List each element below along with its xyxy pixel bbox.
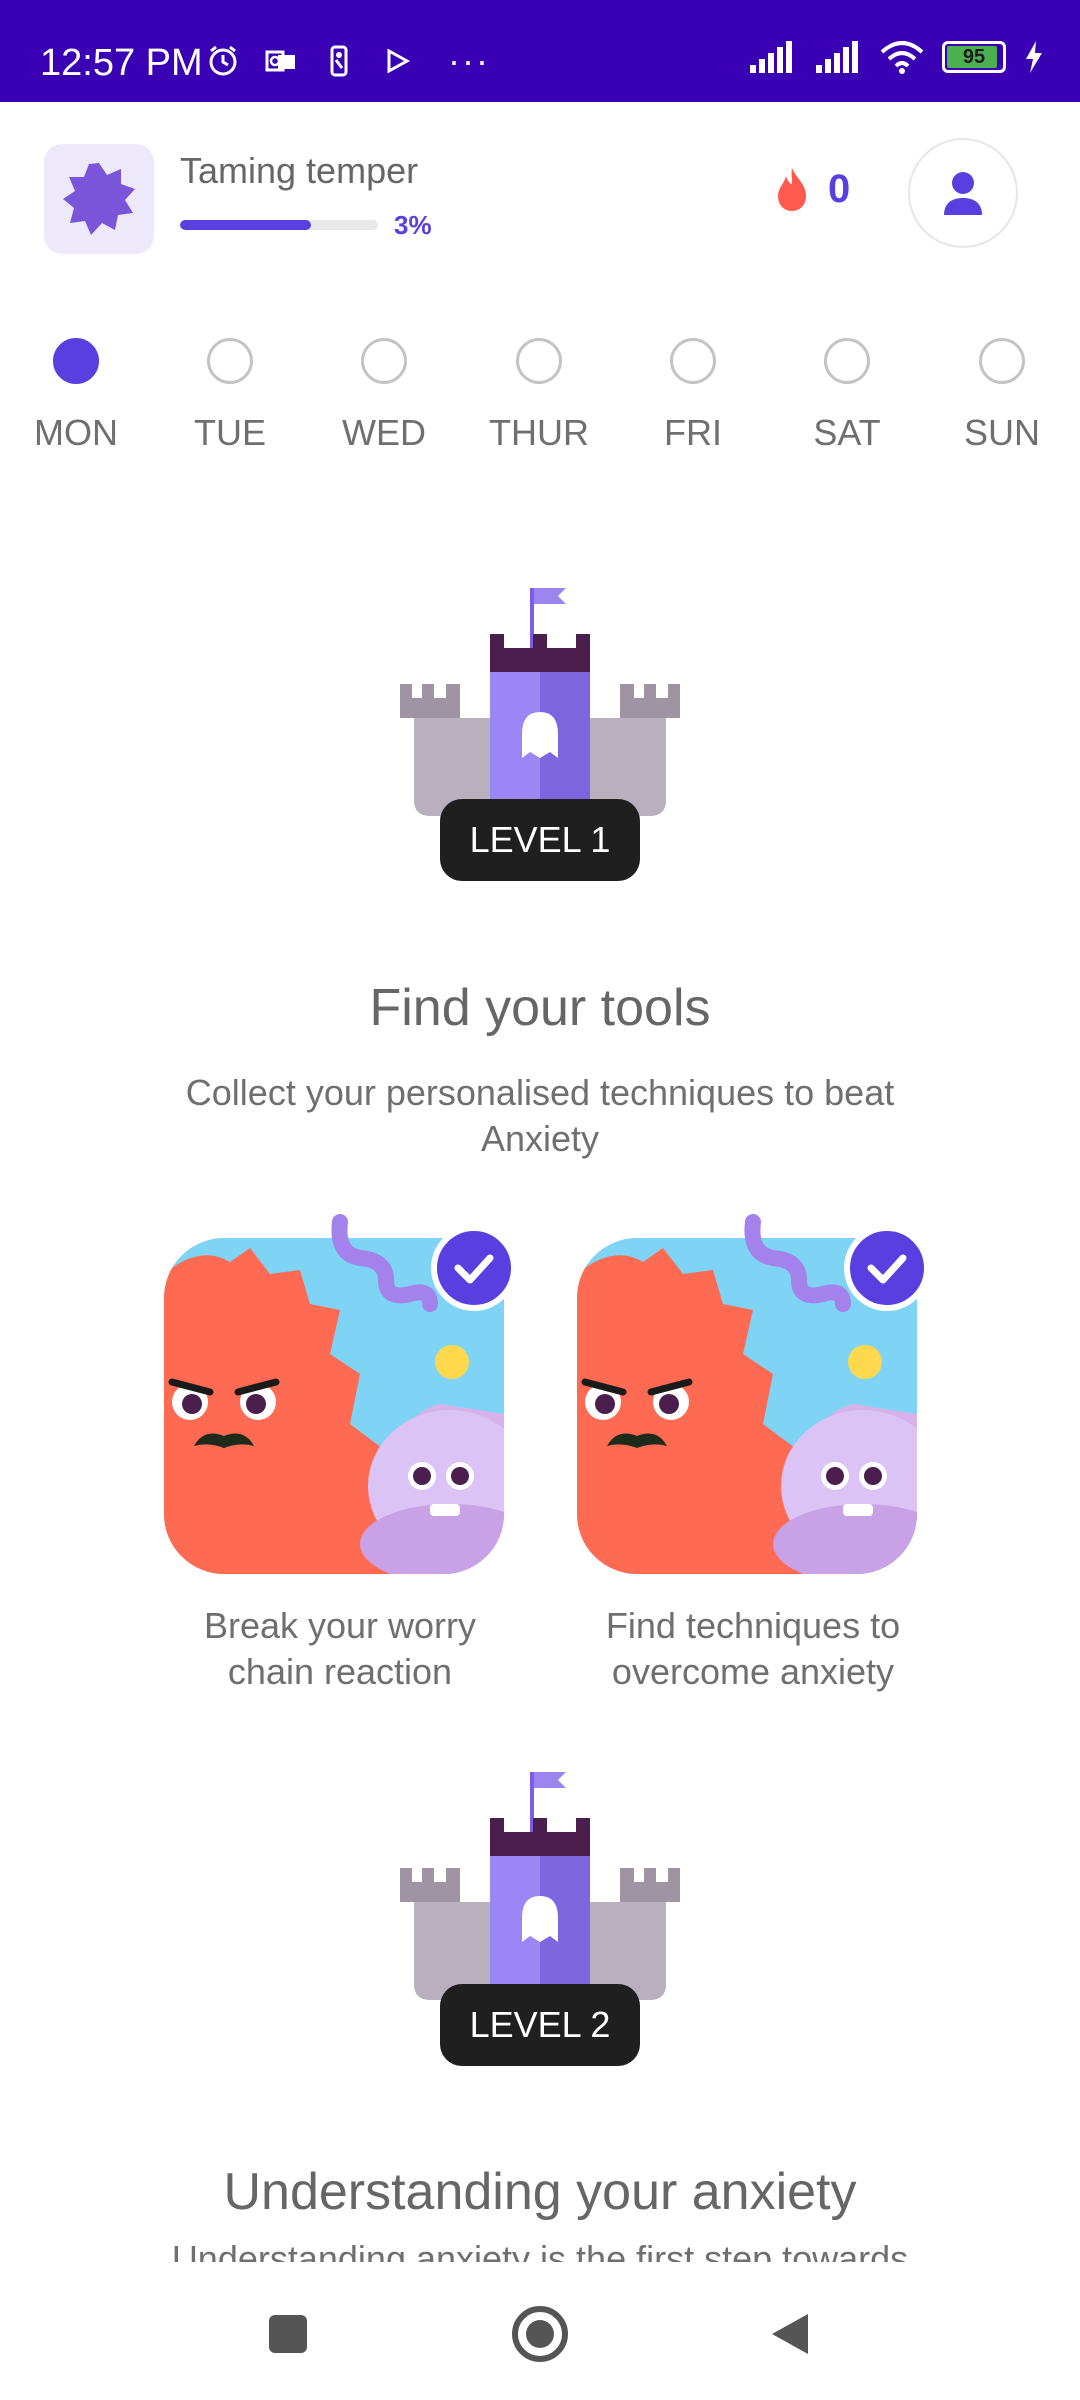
level-2-title: Understanding your anxiety [223,2163,857,2221]
day-sun[interactable]: SUN [922,338,1080,454]
day-label: MON [34,412,118,453]
course-title: Taming temper [180,150,419,191]
wifi-icon [880,41,924,74]
day-mon[interactable]: MON [0,338,156,454]
battery-level: 95 [962,45,986,68]
streak-count: 0 [828,166,851,211]
signal-icon [816,41,858,73]
angry-monster-illustration [577,1214,930,1574]
day-indicator [516,338,562,384]
battery-icon: 95 [942,41,1006,73]
day-indicator [824,338,870,384]
day-wed[interactable]: WED [304,338,464,454]
lesson-card-label: Break your worry chain reaction [203,1605,477,1692]
day-label: TUE [194,412,266,453]
day-label: WED [342,412,426,453]
back-button[interactable] [760,2304,820,2364]
home-button[interactable] [510,2304,570,2364]
back-icon [772,2314,808,2354]
day-tue[interactable]: TUE [150,338,310,454]
day-indicator [670,338,716,384]
day-thur[interactable]: THUR [459,338,619,454]
day-sat[interactable]: SAT [767,338,927,454]
day-indicator [361,338,407,384]
day-indicator [207,338,253,384]
nba-icon [330,45,348,77]
castle-icon [400,588,680,834]
day-label: THUR [489,412,589,453]
week-tracker: MON TUE WED THUR FRI SAT SUN [0,338,1080,468]
course-progress-bar [180,220,378,230]
more-icon: ··· [448,40,490,81]
system-nav-bar [0,2262,1080,2400]
level-1-title: Find your tools [369,979,711,1037]
play-icon [387,48,411,74]
alarm-icon [209,45,237,76]
course-header: Taming temper 3% 0 [0,102,1080,292]
angry-monster-illustration [164,1214,517,1574]
profile-button[interactable] [908,138,1018,248]
outlook-icon [265,50,295,72]
day-label: SAT [813,412,881,453]
course-progress-fill [180,220,311,230]
status-system-icons: 95 [748,40,1044,74]
day-label: FRI [664,412,722,453]
home-icon [512,2306,568,2362]
status-bar: 12:57 PM ··· 95 [0,0,1080,102]
lesson-card-find-techniques[interactable]: Find techniques to overcome anxiety [573,1214,933,1695]
day-label: SUN [963,412,1040,453]
lesson-card-worry-chain[interactable]: Break your worry chain reaction [160,1214,520,1695]
user-icon [944,172,982,215]
day-fri[interactable]: FRI [613,338,773,454]
level-1-badge: LEVEL 1 [440,799,640,881]
flame-icon [778,168,806,211]
signal-icon [750,41,792,73]
castle-icon [400,1772,680,2018]
charging-icon [1026,41,1042,73]
course-progress-label: 3% [394,210,432,240]
course-badge-icon [63,163,135,235]
level-2-badge: LEVEL 2 [440,1984,640,2066]
lesson-card-label: Find techniques to overcome anxiety [605,1605,901,1692]
status-time: 12:57 PM [40,42,203,84]
level-1-subtitle: Collect your personalised techniques to … [185,1072,895,1159]
course-thumbnail[interactable] [44,144,154,254]
recents-button[interactable] [258,2304,318,2364]
streak-counter[interactable]: 0 [774,166,850,212]
status-notification-icons: ··· [206,40,490,82]
day-indicator [979,338,1025,384]
day-indicator [53,338,99,384]
recents-icon [269,2315,307,2353]
